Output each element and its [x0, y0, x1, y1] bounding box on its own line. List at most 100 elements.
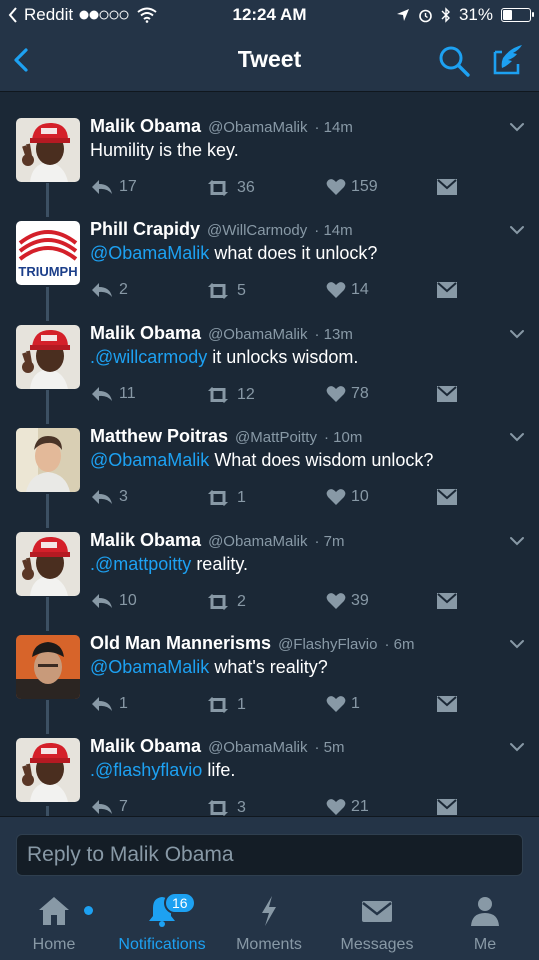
tab-notifications[interactable]: Notifications	[110, 894, 214, 953]
tab-me[interactable]: Me	[450, 894, 520, 953]
tweet-options-chevron-icon[interactable]	[508, 635, 526, 653]
reply-count: 3	[119, 488, 128, 505]
retweet-icon	[208, 800, 228, 816]
like-button[interactable]: 1	[326, 695, 360, 713]
reply-button[interactable]: 11	[90, 385, 136, 403]
location-arrow-icon	[396, 9, 409, 21]
mention-link[interactable]: @ObamaMalik	[90, 243, 209, 263]
direct-message-button[interactable]	[436, 488, 458, 506]
conversation-thread: Malik Obama @ObamaMalik · 14m Humility is…	[0, 92, 539, 816]
tab-home[interactable]: Home	[14, 894, 94, 953]
direct-message-button[interactable]	[436, 178, 458, 196]
direct-message-icon	[437, 696, 457, 712]
tweet-body: what's reality?	[209, 657, 328, 677]
retweet-count: 1	[237, 696, 246, 713]
direct-message-button[interactable]	[436, 592, 458, 610]
display-name[interactable]: Matthew Poitras	[90, 426, 228, 446]
avatar-red-hat-man	[16, 118, 80, 182]
like-button[interactable]: 10	[326, 488, 369, 506]
avatar[interactable]	[16, 118, 80, 182]
tweet-item[interactable]: Malik Obama @ObamaMalik · 7m .@mattpoitty…	[0, 494, 539, 620]
like-button[interactable]: 78	[326, 385, 369, 403]
tab-messages[interactable]: Messages	[334, 894, 420, 953]
avatar[interactable]	[16, 428, 80, 492]
avatar[interactable]	[16, 532, 80, 596]
compose-tweet-icon[interactable]	[490, 42, 526, 78]
retweet-button[interactable]: 5	[204, 281, 246, 301]
display-name[interactable]: Old Man Mannerisms	[90, 633, 271, 653]
retweet-icon	[208, 180, 228, 196]
retweet-count: 2	[237, 593, 246, 610]
like-button[interactable]: 14	[326, 281, 369, 299]
mention-link[interactable]: .@mattpoitty	[90, 554, 191, 574]
retweet-icon	[208, 387, 228, 403]
mention-link[interactable]: @ObamaMalik	[90, 657, 209, 677]
reply-button[interactable]: 10	[90, 592, 137, 610]
direct-message-button[interactable]	[436, 281, 458, 299]
mention-link[interactable]: .@willcarmody	[90, 347, 207, 367]
retweet-button[interactable]: 12	[204, 385, 255, 405]
retweet-count: 5	[237, 282, 246, 299]
tweet-options-chevron-icon[interactable]	[508, 118, 526, 136]
tweet-text: @ObamaMalik what's reality?	[90, 657, 328, 678]
direct-message-button[interactable]	[436, 798, 458, 816]
tweet-text: Humility is the key.	[90, 140, 239, 161]
display-name[interactable]: Malik Obama	[90, 116, 201, 136]
tweet-body: reality.	[191, 554, 248, 574]
tweet-item[interactable]: Old Man Mannerisms @FlashyFlavio · 6m @Ob…	[0, 597, 539, 723]
display-name[interactable]: Malik Obama	[90, 323, 201, 343]
reply-button[interactable]: 2	[90, 281, 128, 299]
display-name[interactable]: Phill Crapidy	[90, 219, 200, 239]
search-icon[interactable]	[437, 44, 471, 78]
avatar-red-hat-man	[16, 738, 80, 802]
avatar-red-hat-man	[16, 532, 80, 596]
like-heart-icon	[326, 179, 346, 195]
tweet-options-chevron-icon[interactable]	[508, 428, 526, 446]
tweet-item[interactable]: Malik Obama @ObamaMalik · 13m .@willcarmo…	[0, 287, 539, 413]
reply-button[interactable]: 7	[90, 798, 128, 816]
reply-button[interactable]: 17	[90, 178, 137, 196]
retweet-count: 12	[237, 386, 255, 403]
avatar[interactable]	[16, 325, 80, 389]
reply-input[interactable]: Reply to Malik Obama	[16, 834, 523, 876]
retweet-button[interactable]: 36	[204, 178, 255, 198]
like-button[interactable]: 21	[326, 798, 369, 816]
retweet-count: 3	[237, 799, 246, 816]
retweet-button[interactable]: 1	[204, 488, 246, 508]
home-icon	[39, 897, 69, 925]
tweet-item[interactable]: Malik Obama @ObamaMalik · 5m .@flashyflav…	[0, 700, 539, 816]
like-button[interactable]: 39	[326, 592, 369, 610]
mention-link[interactable]: .@flashyflavio	[90, 760, 202, 780]
tweet-body: life.	[202, 760, 236, 780]
tweet-item[interactable]: Malik Obama @ObamaMalik · 14m Humility is…	[0, 102, 539, 206]
avatar-young-man	[16, 428, 80, 492]
direct-message-icon	[437, 179, 457, 195]
tweet-item[interactable]: TRIUMPH Phill Crapidy @WillCarmody · 14m @…	[0, 183, 539, 309]
reply-button[interactable]: 3	[90, 488, 128, 506]
retweet-button[interactable]: 2	[204, 592, 246, 612]
mention-link[interactable]: @ObamaMalik	[90, 450, 209, 470]
tweet-options-chevron-icon[interactable]	[508, 532, 526, 550]
reply-button[interactable]: 1	[90, 695, 128, 713]
display-name[interactable]: Malik Obama	[90, 530, 201, 550]
direct-message-button[interactable]	[436, 695, 458, 713]
avatar[interactable]	[16, 738, 80, 802]
avatar-triumph-logo: TRIUMPH	[16, 221, 80, 285]
retweet-button[interactable]: 3	[204, 798, 246, 816]
like-button[interactable]: 159	[326, 178, 378, 196]
tab-moments[interactable]: Moments	[228, 894, 310, 953]
direct-message-icon	[437, 282, 457, 298]
avatar[interactable]: TRIUMPH	[16, 221, 80, 285]
tweet-body: What does wisdom unlock?	[209, 450, 434, 470]
avatar[interactable]	[16, 635, 80, 699]
tweet-options-chevron-icon[interactable]	[508, 738, 526, 756]
retweet-button[interactable]: 1	[204, 695, 246, 715]
tweet-time: · 14m	[314, 119, 353, 136]
tweet-header: Malik Obama @ObamaMalik · 14m	[90, 116, 353, 137]
direct-message-button[interactable]	[436, 385, 458, 403]
tweet-item[interactable]: Matthew Poitras @MattPoitty · 10m @ObamaM…	[0, 390, 539, 516]
display-name[interactable]: Malik Obama	[90, 736, 201, 756]
reply-icon	[92, 283, 112, 297]
tweet-options-chevron-icon[interactable]	[508, 221, 526, 239]
tweet-options-chevron-icon[interactable]	[508, 325, 526, 343]
